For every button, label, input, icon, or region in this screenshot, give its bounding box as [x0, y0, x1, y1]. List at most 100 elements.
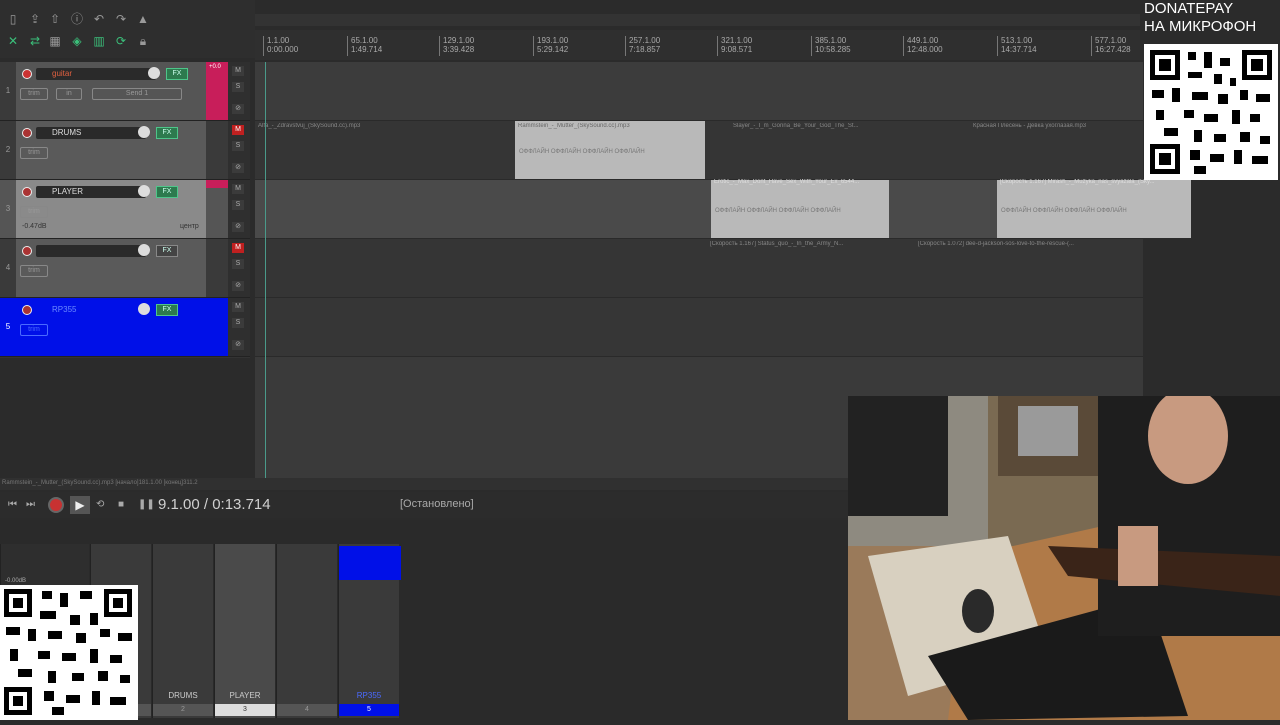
go-end-icon[interactable]: ⏭	[26, 499, 35, 510]
trim-button[interactable]: trim	[20, 206, 48, 218]
media-item[interactable]: [Скорость 1.167] Status_quo_-_In_the_Arm…	[707, 239, 875, 297]
input-button[interactable]: in	[56, 88, 82, 100]
trim-button[interactable]: trim	[20, 265, 48, 277]
mixer-strip-4[interactable]: 4	[276, 544, 337, 718]
media-item[interactable]: Erotic_-_Max_Dont_Have_Sex_With_Your_Ex_…	[711, 179, 889, 238]
grid-icon[interactable]: ▦	[48, 34, 62, 48]
record-arm-button[interactable]	[22, 246, 32, 256]
ruler-time: 0:00.000	[267, 45, 299, 54]
record-arm-button[interactable]	[22, 128, 32, 138]
play-button[interactable]: ▶	[70, 496, 90, 514]
offline-label: ОФФЛАЙН ОФФЛАЙН ОФФЛАЙН ОФФЛАЙН	[519, 149, 645, 155]
media-item[interactable]: [Скорость 1.072] dee-d-jackson-sos-love-…	[915, 239, 1115, 297]
track-name-field[interactable]: guitar	[36, 68, 156, 80]
record-arm-button[interactable]	[22, 69, 32, 79]
phase-icon[interactable]: ⊘	[232, 340, 244, 350]
stop-icon[interactable]: ■	[118, 499, 124, 510]
link-icon[interactable]: ⇄	[28, 34, 42, 48]
mute-button[interactable]: M	[232, 66, 244, 76]
ruler-mark: 65.1.00 1:49.714	[347, 36, 382, 56]
media-item[interactable]: Rammstein_-_Mutter_(SkySound.cc).mp3 ОФФЛ…	[515, 121, 705, 179]
media-item[interactable]: [Скорость 1.167] Mirash_-_Muzyka_nas_svy…	[997, 179, 1191, 238]
fx-button[interactable]: FX	[156, 127, 178, 139]
lane-5[interactable]	[255, 298, 1143, 357]
ruler-mark: 321.1.00 9:08.571	[717, 36, 752, 56]
lane-1[interactable]	[255, 62, 1143, 121]
lock-icon[interactable]: 🔒︎	[136, 34, 150, 48]
track-row-guitar[interactable]: 1 guitar FX trim in Send 1 +0.0 M S ⊘	[0, 62, 250, 121]
mute-button[interactable]: M	[232, 184, 244, 194]
track-row-drums[interactable]: 2 DRUMS FX trim M S ⊘	[0, 121, 250, 180]
envelope-icon[interactable]: ◈	[70, 34, 84, 48]
phase-icon[interactable]: ⊘	[232, 104, 244, 114]
phase-icon[interactable]: ⊘	[232, 163, 244, 173]
position-readout[interactable]: 9.1.00 / 0:13.714	[158, 496, 271, 513]
top-scroll-area	[255, 14, 1140, 26]
volume-knob[interactable]	[138, 126, 150, 138]
record-arm-button[interactable]	[22, 305, 32, 315]
solo-button[interactable]: S	[232, 259, 244, 269]
lane-4[interactable]: [Скорость 1.167] Status_quo_-_In_the_Arm…	[255, 239, 1143, 298]
media-item[interactable]: Slayer_-_I_m_Gonna_Be_Your_God_The_St...	[730, 121, 880, 179]
fx-button[interactable]: FX	[156, 245, 178, 257]
snap-icon[interactable]: ✕	[6, 34, 20, 48]
new-file-icon[interactable]: ▯	[6, 12, 20, 26]
mixer-strip-2[interactable]: DRUMS 2	[152, 544, 213, 718]
ruler-mark: 257.1.00 7:18.857	[625, 36, 660, 56]
solo-button[interactable]: S	[232, 318, 244, 328]
media-item[interactable]: Красная Плесень - Девка ухоглазая.mp3	[970, 121, 1120, 179]
playhead-cursor[interactable]	[265, 62, 266, 478]
repeat-icon[interactable]: ⟲	[96, 499, 104, 510]
track-name-field[interactable]: PLAYER	[36, 186, 146, 198]
timeline-ruler[interactable]: 1.1.00 0:00.000 65.1.00 1:49.714 129.1.00 3…	[255, 30, 1140, 60]
fx-button[interactable]: FX	[156, 186, 178, 198]
record-button[interactable]	[48, 497, 64, 513]
undo-icon[interactable]: ↶	[92, 12, 106, 26]
phase-icon[interactable]: ⊘	[232, 222, 244, 232]
ruler-bar: 449.1.00	[907, 36, 939, 45]
trim-button[interactable]: trim	[20, 147, 48, 159]
mute-button[interactable]: M	[232, 302, 244, 312]
horizontal-scrollbar[interactable]: Rammstein_-_Mutter_(SkySound.cc).mp3 [на…	[0, 478, 848, 490]
phase-icon[interactable]: ⊘	[232, 281, 244, 291]
lane-2[interactable]: Alfa_-_Zdravstvuj_(SkySound.cc).mp3 Ramm…	[255, 121, 1143, 180]
save-icon[interactable]: ⇪	[28, 12, 42, 26]
track-row-player[interactable]: 3 PLAYER FX trim -0.47dB центр M S ⊘	[0, 180, 250, 239]
loop-icon[interactable]: ⟳	[114, 34, 128, 48]
metronome-icon[interactable]: ▲	[136, 12, 150, 26]
track-row-4[interactable]: 4 FX trim M S ⊘	[0, 239, 250, 298]
track-name-field[interactable]	[36, 245, 146, 257]
volume-knob[interactable]	[138, 185, 150, 197]
record-arm-button[interactable]	[22, 187, 32, 197]
mixer-strip-player[interactable]: PLAYER 3	[214, 544, 275, 718]
solo-button[interactable]: S	[232, 82, 244, 92]
solo-button[interactable]: S	[232, 200, 244, 210]
solo-button[interactable]: S	[232, 141, 244, 151]
track-name-field[interactable]: DRUMS	[36, 127, 146, 139]
fx-button[interactable]: FX	[166, 68, 188, 80]
crossfade-icon[interactable]: ▥	[92, 34, 106, 48]
redo-icon[interactable]: ↷	[114, 12, 128, 26]
upload-icon[interactable]: ⇧	[48, 12, 62, 26]
mixer-strip-rp355[interactable]: RP355 5	[338, 544, 401, 718]
volume-knob[interactable]	[148, 67, 160, 79]
pause-icon[interactable]: ❚❚	[138, 499, 155, 510]
strip-selected-header	[339, 546, 401, 580]
mute-button[interactable]: M	[232, 243, 244, 253]
play-status: [Остановлено]	[400, 498, 474, 510]
track-row-rp355[interactable]: 5 RP355 FX trim M S ⊘	[0, 298, 250, 357]
go-start-icon[interactable]: ⏮	[8, 499, 17, 510]
send-button[interactable]: Send 1	[92, 88, 182, 100]
media-item[interactable]: Alfa_-_Zdravstvuj_(SkySound.cc).mp3	[255, 121, 470, 179]
track-meter	[206, 121, 228, 179]
donate-banner: DONATEPAY НА МИКРОФОН	[1144, 0, 1280, 44]
fx-button[interactable]: FX	[156, 304, 178, 316]
track-name-field[interactable]: RP355	[36, 304, 146, 316]
trim-button[interactable]: trim	[20, 324, 48, 336]
lane-3[interactable]: Erotic_-_Max_Dont_Have_Sex_With_Your_Ex_…	[255, 179, 1191, 239]
info-icon[interactable]: ⓘ	[70, 12, 84, 26]
trim-button[interactable]: trim	[20, 88, 48, 100]
volume-knob[interactable]	[138, 303, 150, 315]
mute-button[interactable]: M	[232, 125, 244, 135]
volume-knob[interactable]	[138, 244, 150, 256]
